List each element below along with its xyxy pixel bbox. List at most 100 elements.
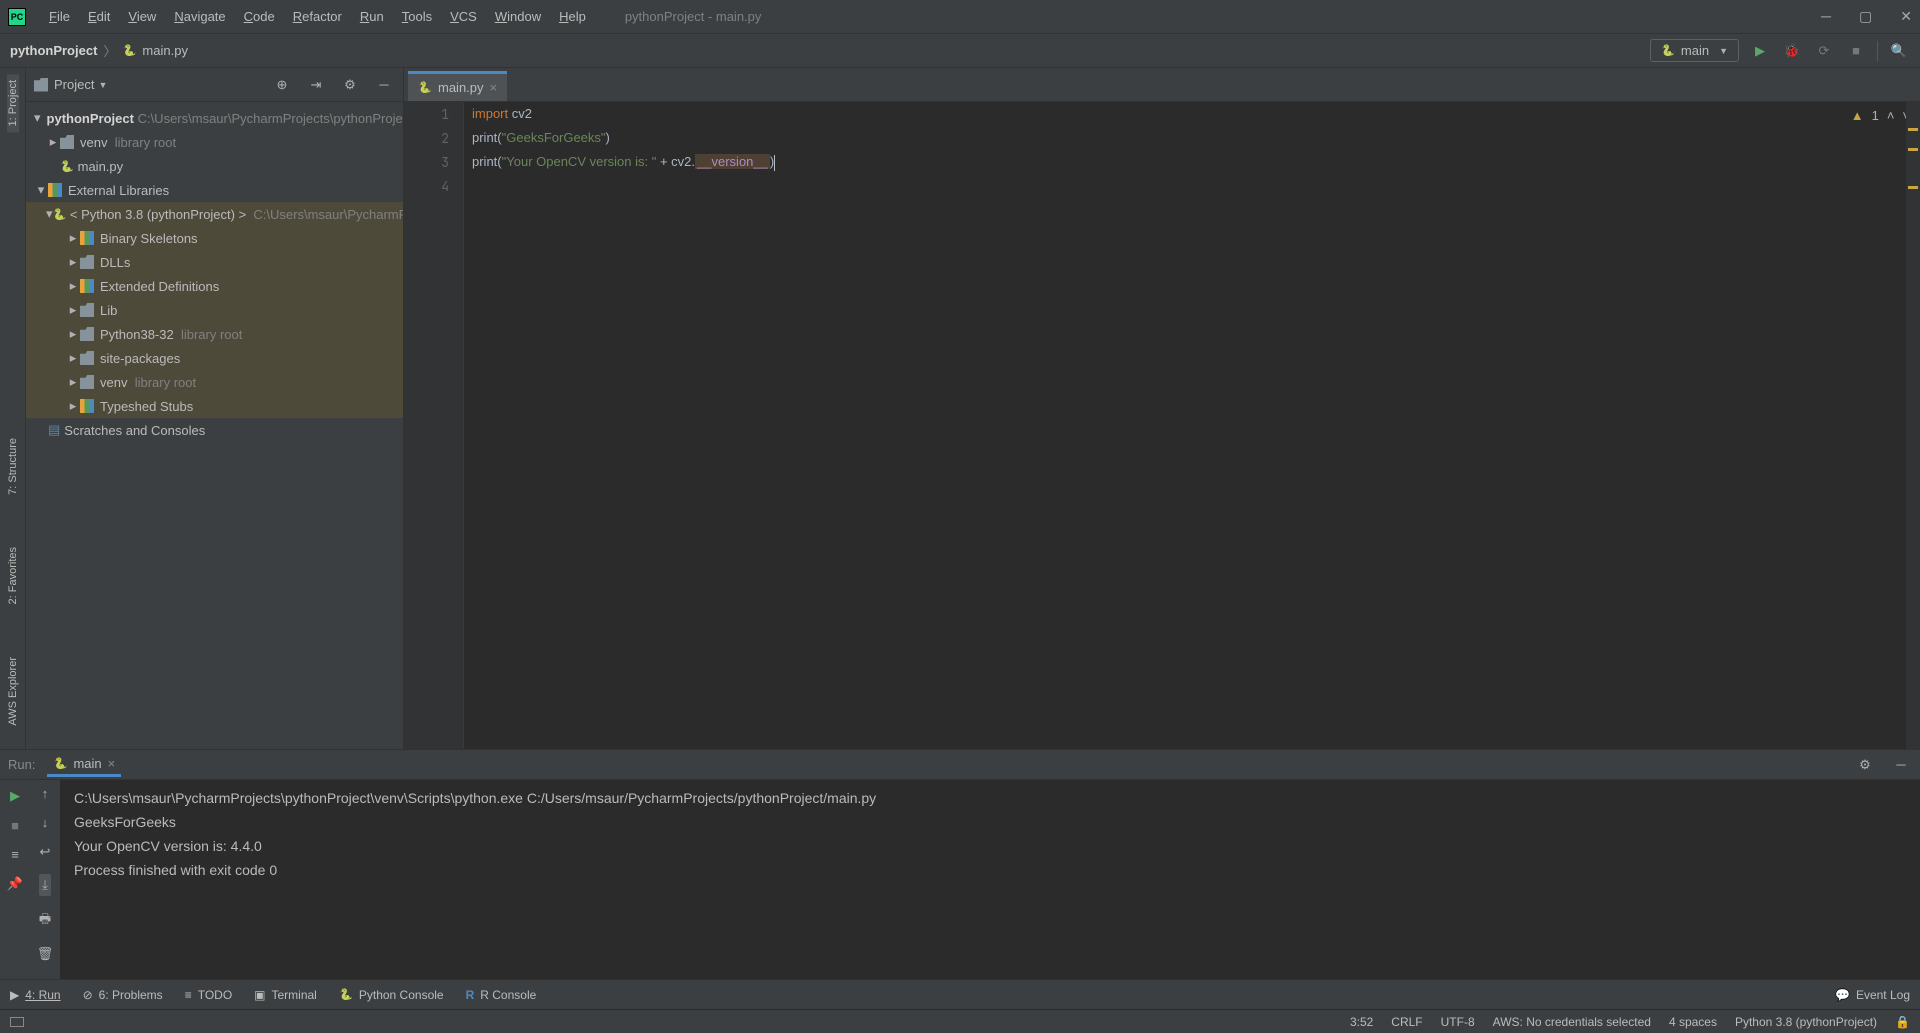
scroll-to-end-icon[interactable]: ⤓: [39, 874, 51, 896]
chevron-down-icon[interactable]: ▼: [98, 80, 107, 90]
code-line[interactable]: import cv2: [472, 106, 775, 130]
maximize-icon[interactable]: ▢: [1859, 8, 1872, 25]
project-tree[interactable]: ▾ pythonProject C:\Users\msaur\PycharmPr…: [26, 102, 403, 749]
coverage-button[interactable]: ⟳: [1813, 40, 1835, 62]
tree-venv[interactable]: ▸ venv library root: [26, 130, 403, 154]
chevron-right-icon[interactable]: ▸: [66, 278, 80, 294]
menu-file[interactable]: File: [40, 9, 79, 24]
console-output[interactable]: C:\Users\msaur\PycharmProjects\pythonPro…: [60, 780, 1920, 979]
tool-r-console[interactable]: RR Console: [466, 988, 537, 1002]
menu-edit[interactable]: Edit: [79, 9, 119, 24]
chevron-right-icon[interactable]: ▸: [66, 302, 80, 318]
breadcrumb-project[interactable]: pythonProject: [10, 43, 97, 58]
tool-todo[interactable]: ≡TODO: [185, 988, 232, 1002]
chevron-right-icon[interactable]: ▸: [46, 134, 60, 150]
tree-item[interactable]: ▸DLLs: [26, 250, 403, 274]
tree-main-file[interactable]: main.py: [26, 154, 403, 178]
hide-panel-icon[interactable]: ─: [1890, 754, 1912, 776]
tree-item[interactable]: ▸Lib: [26, 298, 403, 322]
down-icon[interactable]: ↓: [42, 815, 49, 830]
stop-icon[interactable]: ■: [11, 818, 19, 833]
tool-run[interactable]: ▶4: Run: [10, 988, 61, 1002]
menu-view[interactable]: View: [119, 9, 165, 24]
menu-help[interactable]: Help: [550, 9, 595, 24]
tree-external-libraries[interactable]: ▾ External Libraries: [26, 178, 403, 202]
prev-highlight-icon[interactable]: ˄: [1887, 108, 1895, 123]
run-config-selector[interactable]: main ▼: [1650, 39, 1739, 62]
tree-scratches[interactable]: ▤ Scratches and Consoles: [26, 418, 403, 442]
chevron-down-icon[interactable]: ▾: [34, 182, 48, 198]
close-icon[interactable]: ✕: [1900, 8, 1912, 25]
menu-code[interactable]: Code: [235, 9, 284, 24]
print-icon[interactable]: 🖶: [39, 910, 51, 932]
chevron-right-icon[interactable]: ▸: [66, 326, 80, 342]
close-tab-icon[interactable]: ×: [108, 756, 116, 771]
locate-icon[interactable]: ⊕: [271, 74, 293, 96]
inspection-widget[interactable]: ▲ 1 ˄ ˅: [1851, 108, 1910, 123]
tree-item[interactable]: ▸site-packages: [26, 346, 403, 370]
tool-project[interactable]: 1: Project: [7, 74, 19, 132]
tool-label: Event Log: [1856, 988, 1910, 1002]
close-tab-icon[interactable]: ×: [490, 80, 498, 95]
tool-terminal[interactable]: ▣Terminal: [254, 988, 317, 1002]
stop-button[interactable]: ■: [1845, 40, 1867, 62]
error-stripe[interactable]: [1906, 102, 1920, 749]
event-log[interactable]: 💬Event Log: [1835, 988, 1910, 1002]
code-line[interactable]: print("Your OpenCV version is: " + cv2._…: [472, 154, 775, 178]
tree-item[interactable]: ▸Python38-32 library root: [26, 322, 403, 346]
tool-windows-icon[interactable]: [10, 1017, 24, 1027]
collapse-icon[interactable]: ⇥: [305, 74, 327, 96]
chevron-right-icon[interactable]: ▸: [66, 398, 80, 414]
tree-item[interactable]: ▸Extended Definitions: [26, 274, 403, 298]
menu-navigate[interactable]: Navigate: [165, 9, 234, 24]
menu-vcs[interactable]: VCS: [441, 9, 486, 24]
search-everywhere-icon[interactable]: 🔍: [1888, 40, 1910, 62]
tool-favorites[interactable]: 2: Favorites: [7, 541, 19, 610]
menu-window[interactable]: Window: [486, 9, 550, 24]
tree-item[interactable]: ▸Typeshed Stubs: [26, 394, 403, 418]
editor-body[interactable]: 1234 import cv2print("GeeksForGeeks")pri…: [404, 102, 1920, 749]
tool-structure[interactable]: 7: Structure: [7, 432, 19, 501]
minimize-icon[interactable]: ─: [1821, 8, 1831, 25]
code-area[interactable]: import cv2print("GeeksForGeeks")print("Y…: [464, 102, 783, 749]
menu-run[interactable]: Run: [351, 9, 393, 24]
tree-python-env[interactable]: ▾ < Python 3.8 (pythonProject) > C:\User…: [26, 202, 403, 226]
tool-problems[interactable]: ⊘6: Problems: [83, 988, 163, 1002]
tool-aws-explorer[interactable]: AWS Explorer: [7, 651, 19, 732]
lock-icon[interactable]: 🔒: [1895, 1015, 1910, 1029]
layout-icon[interactable]: ≡: [11, 847, 19, 862]
aws-status[interactable]: AWS: No credentials selected: [1493, 1015, 1651, 1029]
tree-item[interactable]: ▸venv library root: [26, 370, 403, 394]
breadcrumb-file[interactable]: main.py: [142, 43, 188, 58]
indent-status[interactable]: 4 spaces: [1669, 1015, 1717, 1029]
settings-icon[interactable]: ⚙: [339, 74, 361, 96]
up-icon[interactable]: ↑: [42, 786, 49, 801]
tool-python-console[interactable]: Python Console: [339, 988, 444, 1002]
menu-refactor[interactable]: Refactor: [284, 9, 351, 24]
code-line[interactable]: print("GeeksForGeeks"): [472, 130, 775, 154]
chevron-right-icon[interactable]: ▸: [66, 350, 80, 366]
chevron-right-icon[interactable]: ▸: [66, 230, 80, 246]
clear-icon[interactable]: 🗑: [37, 946, 54, 962]
file-encoding[interactable]: UTF-8: [1441, 1015, 1475, 1029]
chevron-down-icon[interactable]: ▾: [34, 110, 41, 126]
code-line[interactable]: [472, 178, 775, 202]
debug-button[interactable]: 🐞: [1781, 40, 1803, 62]
settings-icon[interactable]: ⚙: [1854, 754, 1876, 776]
menu-tools[interactable]: Tools: [393, 9, 441, 24]
line-separator[interactable]: CRLF: [1391, 1015, 1422, 1029]
project-panel-title[interactable]: Project: [54, 77, 94, 92]
chevron-right-icon[interactable]: ▸: [66, 254, 80, 270]
run-button[interactable]: ▶: [1749, 40, 1771, 62]
pin-icon[interactable]: 📌: [7, 876, 23, 892]
hide-panel-icon[interactable]: ─: [373, 74, 395, 96]
tree-item[interactable]: ▸Binary Skeletons: [26, 226, 403, 250]
project-root[interactable]: ▾ pythonProject C:\Users\msaur\PycharmPr…: [26, 106, 403, 130]
chevron-right-icon[interactable]: ▸: [66, 374, 80, 390]
run-tab[interactable]: main ×: [47, 753, 121, 777]
rerun-icon[interactable]: ▶: [10, 788, 20, 804]
editor-tab[interactable]: main.py ×: [408, 71, 507, 101]
caret-position[interactable]: 3:52: [1350, 1015, 1373, 1029]
soft-wrap-icon[interactable]: ↩: [40, 844, 51, 860]
interpreter-status[interactable]: Python 3.8 (pythonProject): [1735, 1015, 1877, 1029]
